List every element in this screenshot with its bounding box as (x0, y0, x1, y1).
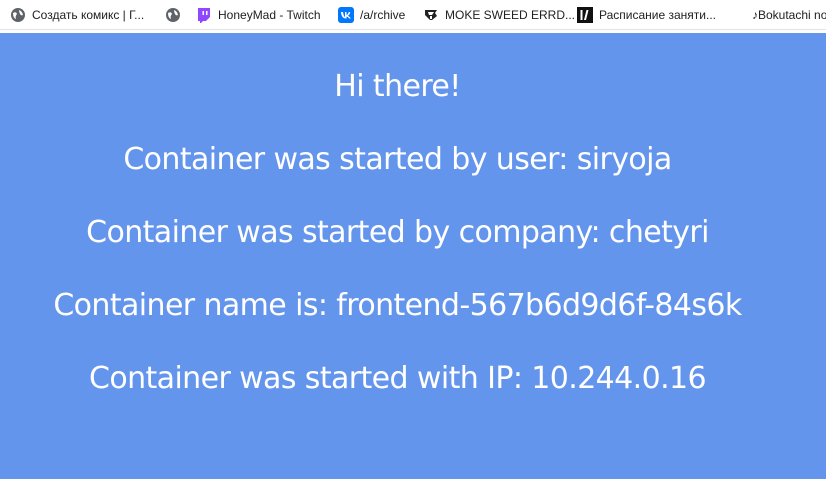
user-info-text: Container was started by user: siryoja (123, 142, 672, 177)
bookmark-label: Расписание заняти... (599, 8, 716, 22)
bookmark-globe[interactable] (165, 4, 187, 26)
bookmark-label: MOKE SWEED ERRD... (445, 8, 576, 22)
bookmark-bokutachi[interactable]: ♪Bokutachi no (752, 4, 826, 26)
bookmark-label: /a/rchive (360, 8, 406, 22)
container-name-text: Container name is: frontend-567b6d9d6f-8… (53, 288, 742, 323)
page-content: Hi there! Container was started by user:… (0, 33, 826, 479)
globe-icon (165, 7, 181, 23)
bookmark-label: HoneyMad - Twitch (218, 8, 321, 22)
bookmark-label: ♪Bokutachi no (752, 8, 826, 22)
fish-icon (423, 7, 439, 23)
schedule-icon (577, 7, 593, 23)
twitch-icon (196, 7, 212, 23)
bookmark-moke-sweed[interactable]: MOKE SWEED ERRD... (423, 4, 575, 26)
bookmark-label: Создать комикс | Г... (32, 8, 145, 22)
bookmarks-bar: Создать комикс | Г... HoneyMad - Twitch (0, 0, 826, 30)
container-ip-text: Container was started with IP: 10.244.0.… (88, 361, 707, 396)
globe-icon (10, 7, 26, 23)
greeting-heading: Hi there! (334, 69, 461, 104)
vk-icon (338, 7, 354, 23)
bookmark-twitch[interactable]: HoneyMad - Twitch (196, 4, 321, 26)
bookmark-archive[interactable]: /a/rchive (338, 4, 405, 26)
company-info-text: Container was started by company: chetyr… (86, 215, 709, 250)
bookmark-create-comic[interactable]: Создать комикс | Г... (10, 4, 144, 26)
bookmark-schedule[interactable]: Расписание заняти... (577, 4, 716, 26)
